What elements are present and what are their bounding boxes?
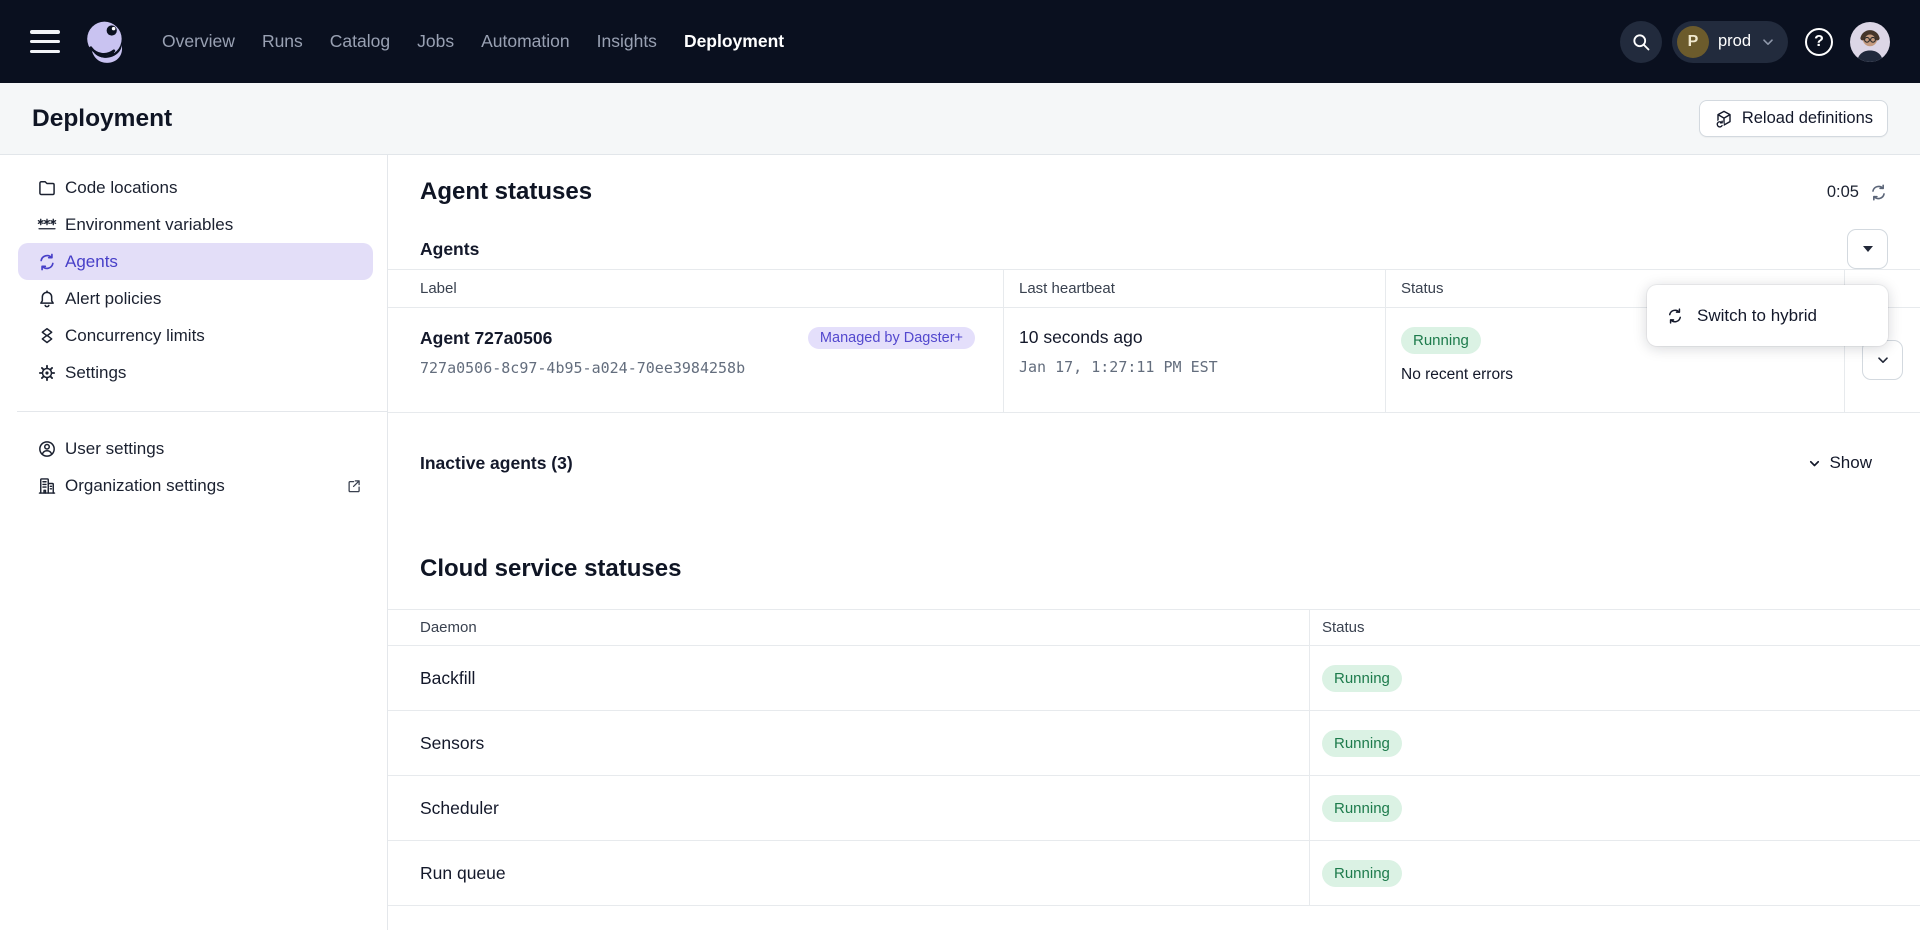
agent-statuses-title: Agent statuses bbox=[420, 178, 592, 206]
chevron-down-icon bbox=[1760, 34, 1776, 50]
sidebar-item-agents[interactable]: Agents bbox=[18, 243, 373, 280]
user-avatar[interactable] bbox=[1850, 22, 1890, 62]
nav-link-insights[interactable]: Insights bbox=[597, 31, 657, 52]
package-reload-icon bbox=[1714, 109, 1734, 129]
menu-item-label: Switch to hybrid bbox=[1697, 306, 1817, 326]
search-button[interactable] bbox=[1620, 21, 1662, 63]
caret-down-icon bbox=[1863, 246, 1873, 252]
sidebar-item-organization-settings[interactable]: Organization settings bbox=[18, 467, 373, 504]
sidebar-item-concurrency-limits[interactable]: Concurrency limits bbox=[18, 317, 373, 354]
deployment-switcher[interactable]: P prod bbox=[1672, 21, 1788, 63]
nav-link-overview[interactable]: Overview bbox=[162, 31, 235, 52]
heartbeat-timestamp: Jan 17, 1:27:11 PM EST bbox=[1019, 358, 1385, 376]
sidebar-divider bbox=[17, 411, 387, 412]
deployment-name: prod bbox=[1718, 32, 1751, 51]
sidebar-item-label: Settings bbox=[65, 363, 126, 383]
sidebar-item-label: Alert policies bbox=[65, 289, 161, 309]
question-mark-icon: ? bbox=[1805, 28, 1833, 56]
reload-definitions-label: Reload definitions bbox=[1742, 109, 1873, 128]
daemon-name: Sensors bbox=[388, 711, 1310, 775]
layers-icon bbox=[37, 326, 57, 346]
inactive-agents-heading: Inactive agents (3) bbox=[420, 453, 573, 474]
deployment-initial-badge: P bbox=[1677, 26, 1709, 58]
chevron-down-icon bbox=[1875, 352, 1891, 368]
refresh-countdown: 0:05 bbox=[1827, 183, 1859, 202]
nav-link-catalog[interactable]: Catalog bbox=[330, 31, 390, 52]
column-header-last-heartbeat: Last heartbeat bbox=[1004, 270, 1386, 307]
help-button[interactable]: ? bbox=[1798, 21, 1840, 63]
cloud-service-statuses-title: Cloud service statuses bbox=[420, 555, 1888, 583]
reload-definitions-button[interactable]: Reload definitions bbox=[1699, 100, 1888, 137]
daemon-name: Scheduler bbox=[388, 776, 1310, 840]
hamburger-menu-icon[interactable] bbox=[30, 30, 60, 53]
cloud-services-table: Daemon Status Backfill Running Sensors R… bbox=[388, 609, 1920, 906]
page-header: Deployment Reload definitions bbox=[0, 83, 1920, 155]
daemon-row-backfill: Backfill Running bbox=[388, 646, 1920, 711]
sidebar-item-settings[interactable]: Settings bbox=[18, 354, 373, 391]
status-badge: Running bbox=[1322, 795, 1402, 822]
status-note: No recent errors bbox=[1401, 366, 1844, 384]
search-icon bbox=[1631, 32, 1651, 52]
nav-link-deployment[interactable]: Deployment bbox=[684, 31, 784, 52]
status-badge: Running bbox=[1322, 665, 1402, 692]
agents-heading: Agents bbox=[420, 239, 479, 260]
sidebar-item-alert-policies[interactable]: Alert policies bbox=[18, 280, 373, 317]
external-link-icon bbox=[345, 477, 363, 495]
daemon-row-sensors: Sensors Running bbox=[388, 711, 1920, 776]
folder-icon bbox=[37, 178, 57, 198]
managed-by-badge: Managed by Dagster+ bbox=[808, 327, 975, 349]
top-nav: Overview Runs Catalog Jobs Automation In… bbox=[0, 0, 1920, 83]
nav-link-automation[interactable]: Automation bbox=[481, 31, 570, 52]
avatar-photo bbox=[1850, 22, 1890, 62]
column-header-label: Label bbox=[388, 270, 1004, 307]
env-vars-icon bbox=[37, 215, 57, 235]
agent-sync-icon bbox=[1666, 307, 1684, 325]
status-badge: Running bbox=[1322, 730, 1402, 757]
page-title: Deployment bbox=[32, 105, 172, 133]
status-badge: Running bbox=[1401, 327, 1481, 354]
agents-actions-menu: Switch to hybrid bbox=[1647, 285, 1888, 346]
sidebar-item-label: Agents bbox=[65, 252, 118, 272]
agents-main-panel: Agent statuses 0:05 Agents bbox=[388, 155, 1920, 930]
sidebar-item-label: Environment variables bbox=[65, 215, 233, 235]
sidebar-item-environment-variables[interactable]: Environment variables bbox=[18, 206, 373, 243]
daemon-name: Backfill bbox=[388, 646, 1310, 710]
user-circle-icon bbox=[37, 439, 57, 459]
deployment-sidebar: Code locations Environment variables bbox=[0, 155, 388, 930]
daemon-row-scheduler: Scheduler Running bbox=[388, 776, 1920, 841]
primary-nav: Overview Runs Catalog Jobs Automation In… bbox=[162, 31, 784, 52]
sidebar-item-user-settings[interactable]: User settings bbox=[18, 430, 373, 467]
show-inactive-agents-toggle[interactable]: Show bbox=[1807, 453, 1872, 473]
sidebar-item-label: Code locations bbox=[65, 178, 177, 198]
column-header-daemon: Daemon bbox=[388, 610, 1310, 645]
daemon-name: Run queue bbox=[388, 841, 1310, 905]
column-header-status: Status bbox=[1310, 610, 1920, 645]
chevron-down-icon bbox=[1807, 456, 1822, 471]
refresh-icon bbox=[1869, 183, 1888, 202]
sidebar-item-code-locations[interactable]: Code locations bbox=[18, 169, 373, 206]
heartbeat-relative: 10 seconds ago bbox=[1019, 327, 1385, 348]
agents-actions-dropdown-button[interactable] bbox=[1847, 229, 1888, 269]
agent-sync-icon bbox=[37, 252, 57, 272]
status-badge: Running bbox=[1322, 860, 1402, 887]
nav-link-jobs[interactable]: Jobs bbox=[417, 31, 454, 52]
bell-icon bbox=[37, 289, 57, 309]
agent-uuid: 727a0506-8c97-4b95-a024-70ee3984258b bbox=[420, 359, 1003, 377]
nav-link-runs[interactable]: Runs bbox=[262, 31, 303, 52]
agent-row-expand-button[interactable] bbox=[1862, 340, 1903, 380]
sidebar-item-label: Concurrency limits bbox=[65, 326, 205, 346]
building-icon bbox=[37, 476, 57, 496]
sidebar-item-label: Organization settings bbox=[65, 476, 225, 496]
gear-icon bbox=[37, 363, 57, 383]
show-label: Show bbox=[1829, 453, 1872, 473]
agent-name: Agent 727a0506 bbox=[420, 328, 552, 349]
menu-item-switch-to-hybrid[interactable]: Switch to hybrid bbox=[1647, 293, 1888, 338]
refresh-button[interactable] bbox=[1869, 183, 1888, 202]
dagster-logo-icon[interactable] bbox=[82, 18, 130, 66]
auto-refresh-control: 0:05 bbox=[1827, 183, 1888, 202]
sidebar-item-label: User settings bbox=[65, 439, 164, 459]
daemon-row-run-queue: Run queue Running bbox=[388, 841, 1920, 906]
